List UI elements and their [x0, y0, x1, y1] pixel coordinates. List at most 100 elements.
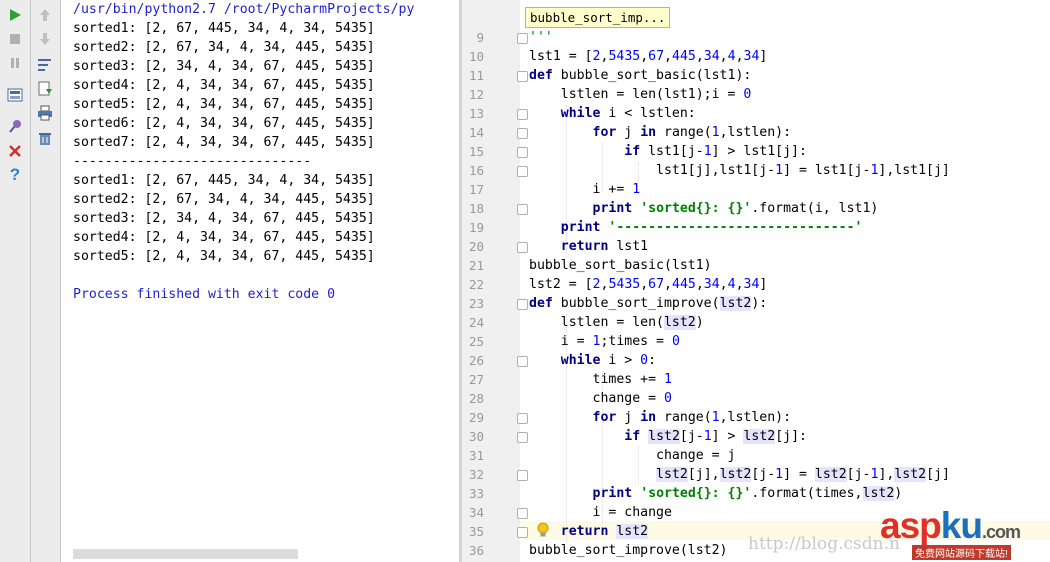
code-line[interactable]: times += 1	[529, 370, 672, 389]
fold-marker[interactable]	[517, 432, 528, 443]
line-number: 14	[468, 125, 484, 140]
code-line[interactable]: for j in range(1,lstlen):	[529, 123, 792, 142]
line-number: 18	[468, 201, 484, 216]
soft-wrap-icon[interactable]	[34, 53, 56, 75]
run-icon[interactable]	[4, 4, 26, 26]
console-line: sorted2: [2, 67, 34, 4, 34, 445, 5435]	[73, 192, 375, 207]
code-line[interactable]: lstlen = len(lst2)	[529, 313, 704, 332]
scroll-to-end-icon[interactable]	[34, 78, 56, 100]
trash-icon[interactable]	[34, 127, 56, 149]
line-number: 29	[468, 410, 484, 425]
fold-marker[interactable]	[517, 71, 528, 82]
fold-marker[interactable]	[517, 33, 528, 44]
code-line[interactable]: lstlen = len(lst1);i = 0	[529, 85, 752, 104]
fold-marker[interactable]	[517, 204, 528, 215]
down-arrow-icon[interactable]	[34, 28, 56, 50]
pin-icon[interactable]	[4, 115, 26, 137]
code-line[interactable]: bubble_sort_improve(lst2)	[529, 541, 728, 560]
code-line[interactable]: i = 1;times = 0	[529, 332, 680, 351]
code-line[interactable]: if lst1[j-1] > lst1[j]:	[529, 142, 807, 161]
console-toolbar	[31, 0, 61, 562]
console-line: sorted3: [2, 34, 4, 34, 67, 445, 5435]	[73, 59, 375, 74]
line-number: 19	[468, 220, 484, 235]
code-line[interactable]: lst2[j],lst2[j-1] = lst2[j-1],lst2[j]	[529, 465, 950, 484]
fold-marker[interactable]	[517, 166, 528, 177]
line-number: 36	[468, 543, 484, 558]
code-line[interactable]: '''	[529, 28, 553, 47]
line-number: 27	[468, 372, 484, 387]
tab-tooltip: bubble_sort_imp...	[525, 7, 671, 28]
console-line: sorted6: [2, 4, 34, 34, 67, 445, 5435]	[73, 116, 375, 131]
code-line[interactable]: while i < lstlen:	[529, 104, 696, 123]
up-arrow-icon[interactable]	[34, 4, 56, 26]
line-number: 17	[468, 182, 484, 197]
fold-marker[interactable]	[517, 413, 528, 424]
line-number: 10	[468, 49, 484, 64]
code-line[interactable]: change = j	[529, 446, 735, 465]
code-line[interactable]: print '------------------------------'	[529, 218, 863, 237]
line-number: 9	[476, 30, 484, 45]
console-command: /usr/bin/python2.7 /root/PycharmProjects…	[73, 2, 415, 17]
console-line: sorted1: [2, 67, 445, 34, 4, 34, 5435]	[73, 21, 375, 36]
line-number: 15	[468, 144, 484, 159]
fold-marker[interactable]	[517, 356, 528, 367]
code-line[interactable]: i += 1	[529, 180, 641, 199]
console-line: sorted4: [2, 4, 34, 34, 67, 445, 5435]	[73, 78, 375, 93]
console-line: ------------------------------	[73, 154, 312, 169]
code-line[interactable]: while i > 0:	[529, 351, 656, 370]
code-line[interactable]: lst2 = [2,5435,67,445,34,4,34]	[529, 275, 767, 294]
watermark-logo: aspku.com	[880, 505, 1021, 546]
console-horizontal-scrollbar[interactable]	[73, 549, 298, 559]
line-number: 20	[468, 239, 484, 254]
fold-marker[interactable]	[517, 109, 528, 120]
code-line[interactable]: return lst1	[529, 237, 648, 256]
line-number: 12	[468, 87, 484, 102]
fold-marker[interactable]	[517, 527, 528, 538]
code-line[interactable]: lst1 = [2,5435,67,445,34,4,34]	[529, 47, 767, 66]
code-line[interactable]: print 'sorted{}: {}'.format(times,lst2)	[529, 484, 902, 503]
line-number: 33	[468, 486, 484, 501]
help-icon[interactable]: ?	[4, 164, 26, 186]
line-number: 11	[468, 68, 484, 83]
line-number: 13	[468, 106, 484, 121]
line-number: 31	[468, 448, 484, 463]
line-number: 28	[468, 391, 484, 406]
code-line[interactable]: print 'sorted{}: {}'.format(i, lst1)	[529, 199, 879, 218]
code-line[interactable]: i = change	[529, 503, 672, 522]
console-line: sorted7: [2, 4, 34, 34, 67, 445, 5435]	[73, 135, 375, 150]
line-number: 23	[468, 296, 484, 311]
fold-marker[interactable]	[517, 128, 528, 139]
print-icon[interactable]	[34, 102, 56, 124]
stop-icon[interactable]	[4, 28, 26, 50]
line-number: 16	[468, 163, 484, 178]
fold-marker[interactable]	[517, 508, 528, 519]
fold-marker[interactable]	[517, 299, 528, 310]
fold-marker[interactable]	[517, 147, 528, 158]
fold-marker[interactable]	[517, 470, 528, 481]
code-line[interactable]: bubble_sort_basic(lst1)	[529, 256, 712, 275]
lightbulb-icon[interactable]	[536, 522, 550, 543]
line-number: 24	[468, 315, 484, 330]
code-line[interactable]: def bubble_sort_basic(lst1):	[529, 66, 751, 85]
code-line[interactable]: change = 0	[529, 389, 672, 408]
close-icon[interactable]	[4, 140, 26, 162]
run-console[interactable]: /usr/bin/python2.7 /root/PycharmProjects…	[61, 0, 459, 562]
run-toolbar: ?	[0, 0, 31, 562]
console-line: sorted3: [2, 34, 4, 34, 67, 445, 5435]	[73, 211, 375, 226]
console-line: sorted4: [2, 4, 34, 34, 67, 445, 5435]	[73, 230, 375, 245]
watermark-url: http://blog.csdn.n	[748, 534, 900, 554]
line-number: 21	[468, 258, 484, 273]
pause-icon[interactable]	[4, 52, 26, 74]
line-number: 25	[468, 334, 484, 349]
code-line[interactable]: for j in range(1,lstlen):	[529, 408, 792, 427]
code-line[interactable]: lst1[j],lst1[j-1] = lst1[j-1],lst1[j]	[529, 161, 950, 180]
code-editor[interactable]: 9 10 11 12 13 14 15 16 17 18 19 20 21 22…	[462, 0, 1050, 562]
line-number: 35	[468, 524, 484, 539]
console-line: sorted1: [2, 67, 445, 34, 4, 34, 5435]	[73, 173, 375, 188]
line-number: 34	[468, 505, 484, 520]
console-line: sorted2: [2, 67, 34, 4, 34, 445, 5435]	[73, 40, 375, 55]
layout-icon[interactable]	[4, 84, 26, 106]
fold-marker[interactable]	[517, 242, 528, 253]
code-line[interactable]: def bubble_sort_improve(lst2):	[529, 294, 767, 313]
code-line[interactable]: if lst2[j-1] > lst2[j]:	[529, 427, 807, 446]
